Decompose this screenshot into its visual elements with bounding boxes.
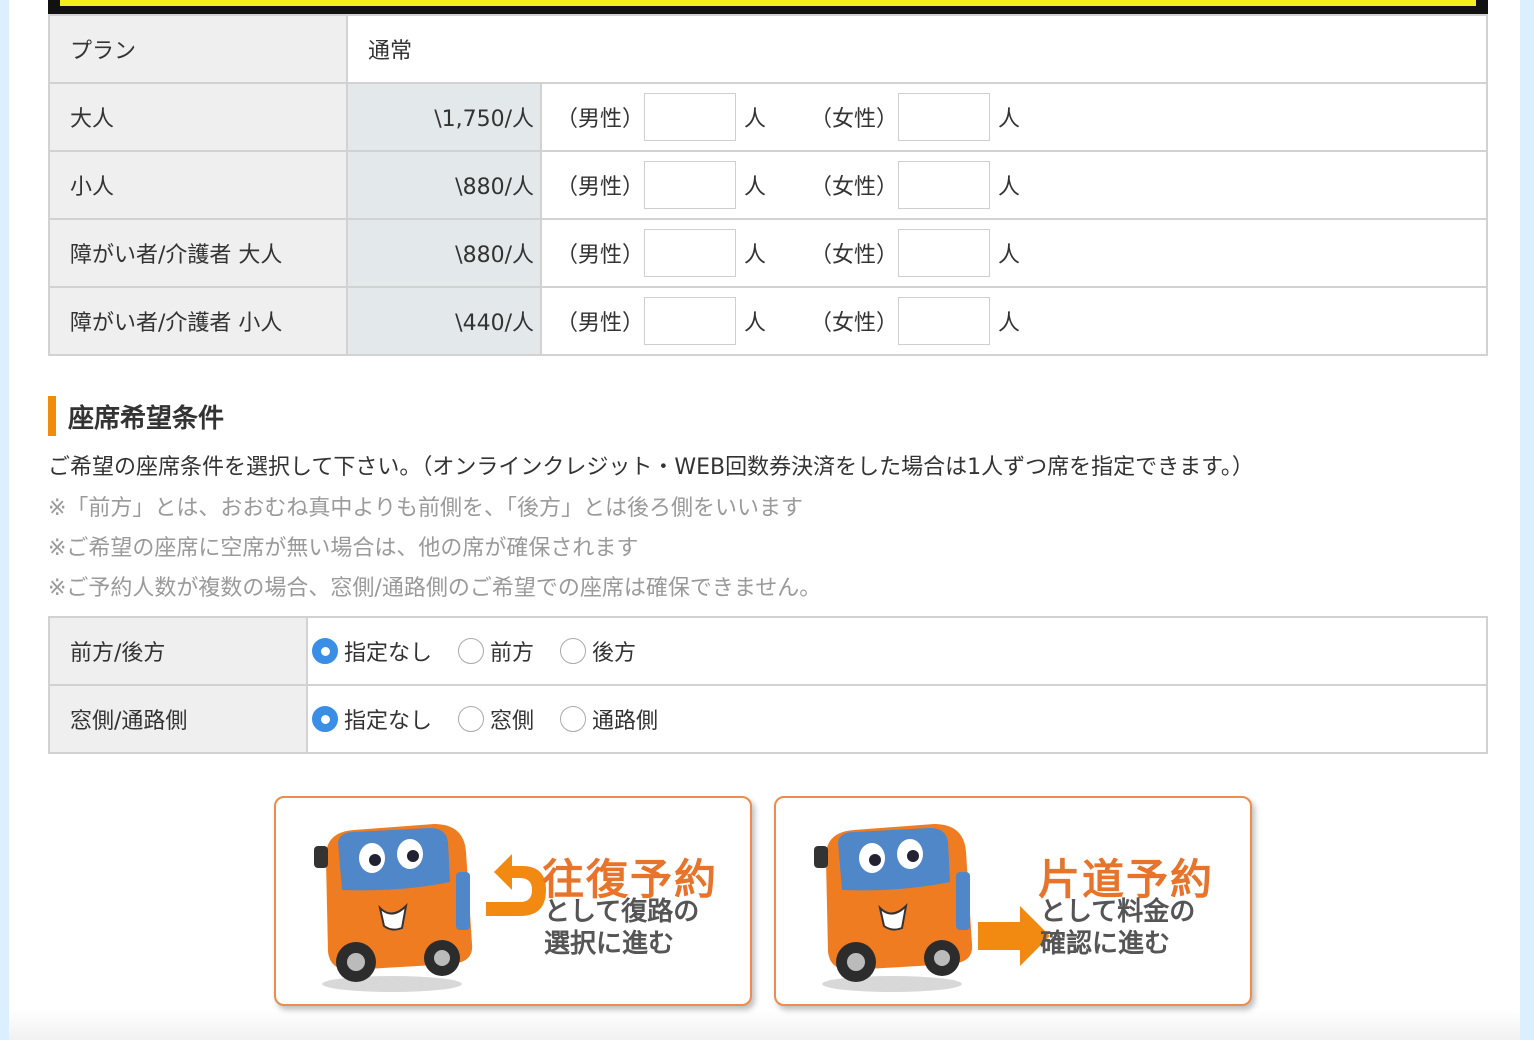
plan-value: 通常 <box>346 14 1488 84</box>
page-side-right <box>1520 0 1534 1040</box>
section-heading: 座席希望条件 <box>68 403 225 434</box>
male-count-input[interactable] <box>644 297 736 345</box>
section-accent-bar <box>48 396 56 436</box>
female-label: （女性） <box>810 107 899 132</box>
seat-preference-table: 前方/後方 指定なし 前方 後方 窓側/通路側 指定なし 窓側 通路側 <box>48 616 1488 754</box>
female-count-input[interactable] <box>898 229 990 277</box>
male-label: （男性） <box>556 311 645 336</box>
radio-label[interactable]: 前方 <box>490 635 534 667</box>
fare-row: 大人 \1,750/人 （男性） 人 （女性） 人 <box>48 82 1488 152</box>
female-label: （女性） <box>810 311 899 336</box>
one-way-subtitle: として料金の 確認に進む <box>1040 897 1196 959</box>
unit-label: 人 <box>998 243 1021 268</box>
male-count-input[interactable] <box>644 161 736 209</box>
fare-price: \440/人 <box>346 286 542 356</box>
seat-note: ※「前方」とは、おおむね真中よりも前側を、「後方」とは後ろ側をいいます <box>48 496 803 521</box>
seat-row-window-aisle: 窓側/通路側 指定なし 窓側 通路側 <box>48 684 1488 754</box>
radio-label[interactable]: 通路側 <box>592 703 658 735</box>
radio-label[interactable]: 窓側 <box>490 703 534 735</box>
fare-label: 障がい者/介護者 小人 <box>48 286 348 356</box>
fare-row: 小人 \880/人 （男性） 人 （女性） 人 <box>48 150 1488 220</box>
male-label: （男性） <box>556 243 645 268</box>
radio-back[interactable] <box>560 638 587 664</box>
unit-label: 人 <box>998 311 1021 336</box>
top-banner-edge <box>48 0 1488 14</box>
fare-table: プラン 通常 大人 \1,750/人 （男性） 人 （女性） 人 小人 \880… <box>48 14 1488 356</box>
radio-label[interactable]: 後方 <box>592 635 636 667</box>
seat-row-front-back: 前方/後方 指定なし 前方 後方 <box>48 616 1488 686</box>
page-bottom-strip <box>9 1010 1520 1040</box>
male-count-input[interactable] <box>644 93 736 141</box>
bus-mascot-icon <box>814 824 1050 992</box>
radio-none-window-aisle[interactable] <box>312 706 338 732</box>
seat-note: ※ご予約人数が複数の場合、窓側/通路側のご希望での座席は確保できません。 <box>48 576 822 601</box>
unit-label: 人 <box>998 107 1021 132</box>
plan-label: プラン <box>48 14 348 84</box>
radio-aisle[interactable] <box>560 706 587 732</box>
radio-label[interactable]: 指定なし <box>344 635 432 667</box>
fare-row: 障がい者/介護者 大人 \880/人 （男性） 人 （女性） 人 <box>48 218 1488 288</box>
radio-front[interactable] <box>458 638 485 664</box>
male-label: （男性） <box>556 107 645 132</box>
radio-none-front-back[interactable] <box>312 638 338 664</box>
fare-price: \880/人 <box>346 150 542 220</box>
one-way-reserve-button[interactable]: 片道予約 として料金の 確認に進む <box>774 796 1252 1006</box>
male-label: （男性） <box>556 175 645 200</box>
round-trip-subtitle: として復路の 選択に進む <box>544 897 700 959</box>
female-count-input[interactable] <box>898 161 990 209</box>
seat-description: ご希望の座席条件を選択して下さい。（オンラインクレジット・WEB回数券決済をした… <box>48 455 1254 480</box>
seat-row-label: 前方/後方 <box>48 616 308 686</box>
female-label: （女性） <box>810 243 899 268</box>
unit-label: 人 <box>744 175 767 200</box>
unit-label: 人 <box>744 311 767 336</box>
fare-price: \880/人 <box>346 218 542 288</box>
round-trip-reserve-button[interactable]: 往復予約 として復路の 選択に進む <box>274 796 752 1006</box>
seat-row-label: 窓側/通路側 <box>48 684 308 754</box>
fare-row: 障がい者/介護者 小人 \440/人 （男性） 人 （女性） 人 <box>48 286 1488 356</box>
female-label: （女性） <box>810 175 899 200</box>
page-side-left <box>0 0 9 1040</box>
radio-label[interactable]: 指定なし <box>344 703 432 735</box>
plan-row: プラン 通常 <box>48 14 1488 84</box>
unit-label: 人 <box>744 107 767 132</box>
male-count-input[interactable] <box>644 229 736 277</box>
fare-label: 小人 <box>48 150 348 220</box>
radio-window[interactable] <box>458 706 485 732</box>
female-count-input[interactable] <box>898 297 990 345</box>
female-count-input[interactable] <box>898 93 990 141</box>
seat-note: ※ご希望の座席に空席が無い場合は、他の席が確保されます <box>48 536 639 561</box>
unit-label: 人 <box>998 175 1021 200</box>
fare-label: 大人 <box>48 82 348 152</box>
fare-price: \1,750/人 <box>346 82 542 152</box>
unit-label: 人 <box>744 243 767 268</box>
bus-mascot-icon <box>314 824 546 992</box>
seat-section-title: 座席希望条件 <box>48 396 224 436</box>
fare-label: 障がい者/介護者 大人 <box>48 218 348 288</box>
